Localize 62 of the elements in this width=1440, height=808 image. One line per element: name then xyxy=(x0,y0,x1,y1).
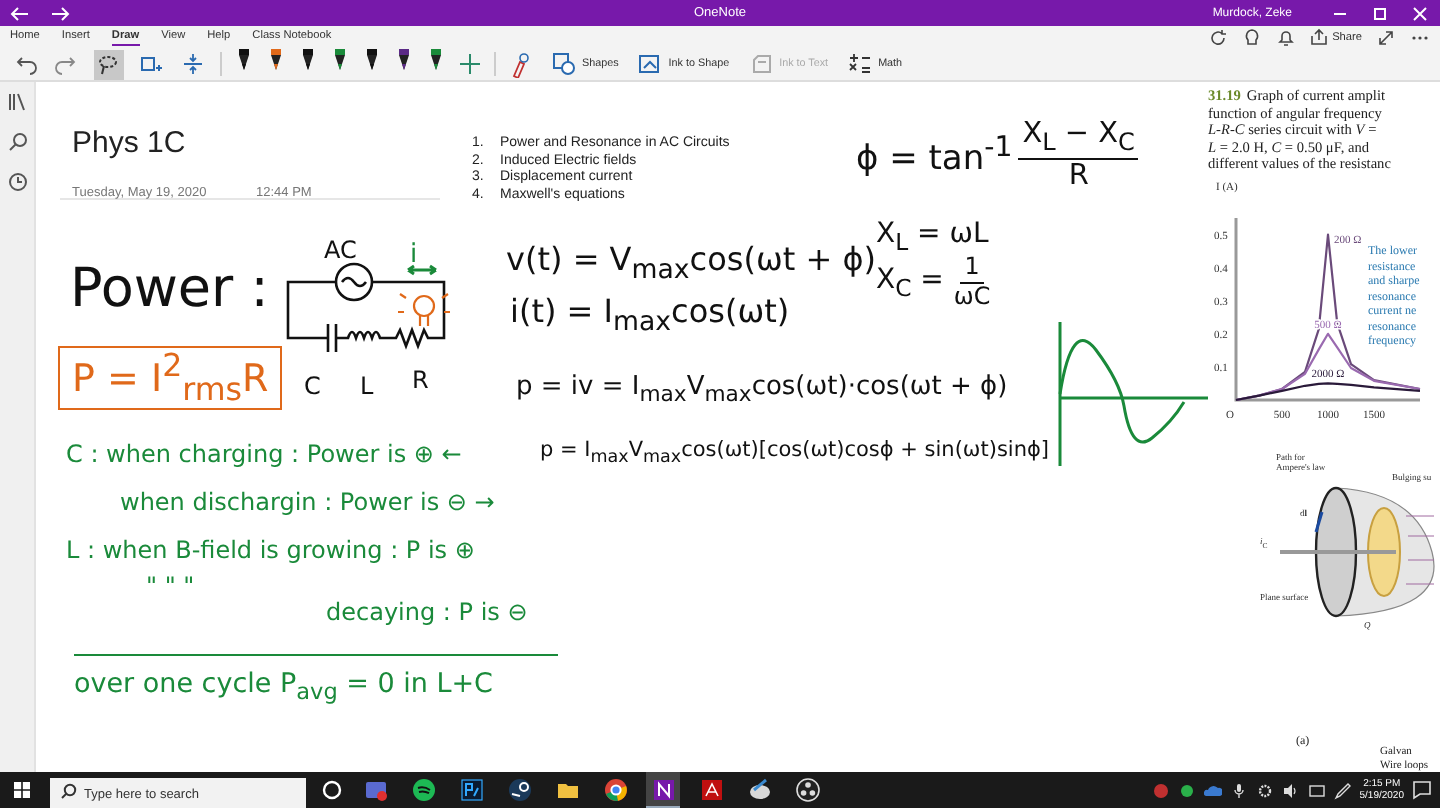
spacing-icon xyxy=(180,51,206,77)
notes-app-icon xyxy=(649,775,677,803)
cloud-icon[interactable] xyxy=(1203,781,1222,799)
close-icon[interactable] xyxy=(1408,1,1432,25)
undo-icon xyxy=(12,51,38,77)
notifications-icon[interactable] xyxy=(1412,780,1432,800)
share-icon xyxy=(1310,28,1329,46)
handwritten-text: C : when charging : Power is ⊕ ← xyxy=(66,442,462,470)
shape-convert-icon xyxy=(638,52,663,76)
lasso-icon xyxy=(96,51,122,77)
handwritten-text: " " " xyxy=(146,574,195,602)
redo-icon xyxy=(54,51,80,77)
task-view-icon[interactable] xyxy=(320,778,344,802)
handwritten-text: R xyxy=(412,368,429,396)
taskbar-app[interactable] xyxy=(646,772,680,808)
handwritten-formula: P = I$^{2}$$_{rms}$R xyxy=(58,346,283,411)
tool-button[interactable] xyxy=(94,49,124,79)
search-icon[interactable] xyxy=(5,130,29,154)
game-launcher-icon xyxy=(505,775,533,803)
recent-icon[interactable] xyxy=(5,170,29,194)
pen-icon[interactable] xyxy=(1333,781,1352,799)
pdf-app-icon xyxy=(697,775,725,803)
handwritten-text: decaying : P is ⊖ xyxy=(326,600,528,628)
handwritten-text: p = iv = I$_{max}$V$_{max}$cos(ωt)·cos(ωt + ϕ) xyxy=(516,374,1008,409)
forward-arrow-icon[interactable] xyxy=(48,1,72,25)
handwritten-text: over one cycle P$_{avg}$ = 0 in L+C xyxy=(74,670,493,708)
handwritten-text: p = I$_{max}$V$_{max}$cos(ωt)[cos(ωt)cosϕ + sin(ωt)sinϕ] xyxy=(540,438,1050,469)
sync-icon[interactable] xyxy=(1208,27,1229,47)
page-title: Phys 1C xyxy=(72,126,186,160)
handwritten-text: v(t) = V$_{max}$cos(ωt + ϕ) xyxy=(506,242,877,287)
paint-app-icon xyxy=(745,775,773,803)
back-arrow-icon[interactable] xyxy=(8,1,32,25)
expand-icon[interactable] xyxy=(1376,27,1396,47)
add-space-icon xyxy=(138,51,164,77)
gear-icon[interactable] xyxy=(1255,781,1274,799)
tool-button[interactable] xyxy=(178,49,208,79)
browser-icon xyxy=(601,775,629,803)
lightbulb-icon[interactable] xyxy=(1242,27,1263,47)
handwritten-text: i(t) = I$_{max}$cos(ωt) xyxy=(510,294,790,339)
handwritten-text: AC xyxy=(324,238,357,266)
handwritten-text: i xyxy=(410,242,418,272)
microphone-icon[interactable] xyxy=(1229,781,1248,799)
circle-icon[interactable] xyxy=(1177,781,1196,799)
speaker-icon[interactable] xyxy=(1281,781,1300,799)
handwritten-text: when dischargin : Power is ⊖ → xyxy=(120,490,495,518)
handwritten-text: C xyxy=(304,374,321,402)
handwritten-text: L : when B-field is growing : P is ⊕ xyxy=(66,538,475,566)
pen-touch-icon[interactable] xyxy=(508,51,532,77)
math-icon xyxy=(848,52,873,76)
windows-start-icon[interactable] xyxy=(8,776,36,804)
handwritten-text: L xyxy=(360,374,374,402)
text-convert-icon xyxy=(749,52,774,76)
handwritten-formula: ϕ = tan$^{-1}$ X$_{L}$ − X$_{C}$ R xyxy=(856,118,1139,193)
handwritten-text: X$_{L}$ = ωL xyxy=(876,218,989,256)
handwritten-text: Power : xyxy=(70,258,269,321)
plus-icon[interactable] xyxy=(458,52,482,76)
taskbar-app[interactable] xyxy=(790,772,824,808)
network-icon[interactable] xyxy=(1307,781,1326,799)
bell-icon[interactable] xyxy=(1276,27,1297,47)
image-editor-icon xyxy=(457,775,485,803)
circle-icon[interactable] xyxy=(1151,781,1170,799)
notebooks-icon[interactable] xyxy=(5,90,29,114)
